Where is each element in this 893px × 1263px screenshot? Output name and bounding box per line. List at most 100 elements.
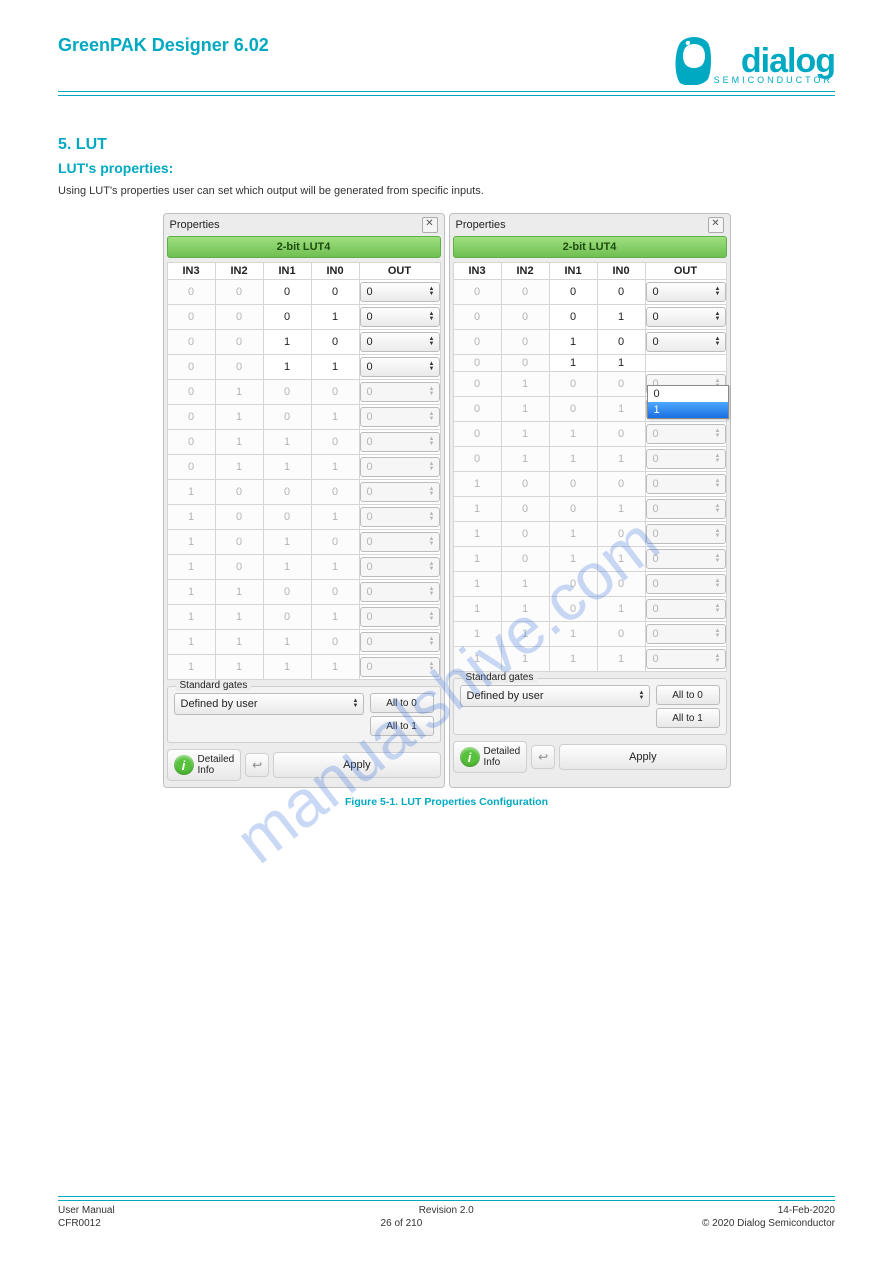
cell-in2: 0 (215, 480, 263, 505)
back-button[interactable]: ↩ (531, 745, 555, 769)
cell-out: 0 (645, 497, 726, 522)
section-number: 5. LUT (58, 136, 835, 154)
out-spinner[interactable]: 0 (646, 282, 726, 302)
col-in1: IN1 (263, 263, 311, 280)
out-value: 0 (653, 578, 659, 590)
spinner-arrows-icon (715, 454, 721, 464)
cell-in3: 1 (167, 555, 215, 580)
apply-button[interactable]: Apply (273, 752, 440, 778)
cell-in2: 1 (215, 380, 263, 405)
cell-in2: 0 (501, 280, 549, 305)
cell-in1: 0 (549, 572, 597, 597)
out-spinner[interactable]: 0 (646, 332, 726, 352)
cell-in1: 0 (549, 497, 597, 522)
all-to-1-button[interactable]: All to 1 (656, 708, 720, 728)
table-row: 00100 (167, 330, 440, 355)
cell-in0: 0 (311, 430, 359, 455)
cell-in2: 1 (501, 372, 549, 397)
spinner-arrows-icon (715, 529, 721, 539)
cell-in3: 0 (167, 280, 215, 305)
table-row: 00000 (453, 280, 726, 305)
std-gates-combo[interactable]: Defined by user (460, 685, 650, 707)
out-dropdown[interactable]: 0 1 (647, 385, 729, 419)
cell-in0: 1 (597, 497, 645, 522)
dropdown-option-1[interactable]: 1 (648, 402, 728, 418)
brand-name: dialog (714, 46, 835, 77)
out-value: 0 (653, 628, 659, 640)
all-to-1-button[interactable]: All to 1 (370, 716, 434, 736)
cell-out: 0 (359, 605, 440, 630)
cell-in1: 0 (549, 280, 597, 305)
detailed-label: Detailed (198, 754, 235, 765)
out-spinner: 0 (360, 457, 440, 477)
cell-out: 0 (645, 547, 726, 572)
all-to-0-button[interactable]: All to 0 (656, 685, 720, 705)
cell-in0: 0 (311, 480, 359, 505)
cell-in1: 1 (549, 522, 597, 547)
out-value: 0 (367, 386, 373, 398)
figure-caption: Figure 5-1. LUT Properties Configuration (58, 796, 835, 808)
out-spinner[interactable]: 0 (360, 282, 440, 302)
cell-in0: 0 (597, 622, 645, 647)
detailed-info-button[interactable]: i Detailed Info (167, 749, 242, 781)
cell-in3: 0 (453, 355, 501, 372)
table-row: 00010 (453, 305, 726, 330)
table-row: 01100 (167, 430, 440, 455)
cell-in3: 0 (453, 447, 501, 472)
out-spinner[interactable]: 0 (360, 357, 440, 377)
spinner-arrows-icon (429, 437, 435, 447)
panel-title: Properties (456, 219, 506, 231)
section-heading: LUT's properties: (58, 160, 835, 176)
table-row: 01110 (167, 455, 440, 480)
cell-in1: 1 (263, 655, 311, 680)
footer-rule (58, 1196, 835, 1201)
cell-in3: 0 (453, 397, 501, 422)
out-value: 0 (367, 461, 373, 473)
table-row: 00010 (167, 305, 440, 330)
out-spinner: 0 (646, 449, 726, 469)
out-spinner[interactable]: 0 (360, 307, 440, 327)
cell-in3: 0 (167, 305, 215, 330)
cell-in3: 1 (167, 505, 215, 530)
cell-out: 0 (359, 480, 440, 505)
back-button[interactable]: ↩ (245, 753, 269, 777)
doc-title: GreenPAK Designer 6.02 (58, 35, 269, 56)
lut-title-bar: 2-bit LUT4 (453, 236, 727, 258)
cell-in3: 0 (167, 355, 215, 380)
std-gates-combo[interactable]: Defined by user (174, 693, 364, 715)
cell-in2: 1 (215, 405, 263, 430)
out-spinner[interactable]: 0 (360, 332, 440, 352)
close-icon[interactable]: ✕ (422, 217, 438, 233)
all-to-0-button[interactable]: All to 0 (370, 693, 434, 713)
cell-in0: 1 (311, 305, 359, 330)
dropdown-option-0[interactable]: 0 (648, 386, 728, 402)
lut-table: IN3IN2IN1IN0OUT 000000001000100001101000… (453, 262, 727, 672)
apply-button[interactable]: Apply (559, 744, 726, 770)
out-value: 0 (367, 311, 373, 323)
spinner-arrows-icon (429, 337, 435, 347)
table-row: 10000 (453, 472, 726, 497)
properties-panel-left: Properties ✕ 2-bit LUT4 IN3IN2IN1IN0OUT … (163, 213, 445, 788)
cell-in0: 0 (597, 372, 645, 397)
out-spinner: 0 (360, 607, 440, 627)
cell-out: 0 (359, 305, 440, 330)
std-gates-label: Standard gates (176, 680, 252, 691)
cell-out: 0 (359, 530, 440, 555)
col-out: OUT (645, 263, 726, 280)
cell-in1: 1 (549, 355, 597, 372)
detailed-info-button[interactable]: i Detailed Info (453, 741, 528, 773)
spinner-arrows-icon (429, 362, 435, 372)
out-value: 0 (653, 503, 659, 515)
cell-in3: 1 (167, 580, 215, 605)
table-row: 01110 (453, 447, 726, 472)
close-icon[interactable]: ✕ (708, 217, 724, 233)
info-icon: i (460, 747, 480, 767)
out-spinner[interactable]: 0 (646, 307, 726, 327)
spinner-arrows-icon (715, 629, 721, 639)
table-row: 11010 (453, 597, 726, 622)
cell-in0: 0 (311, 380, 359, 405)
out-value: 0 (367, 486, 373, 498)
cell-in1: 1 (549, 422, 597, 447)
out-value: 0 (367, 336, 373, 348)
info-label: Info (484, 757, 521, 768)
